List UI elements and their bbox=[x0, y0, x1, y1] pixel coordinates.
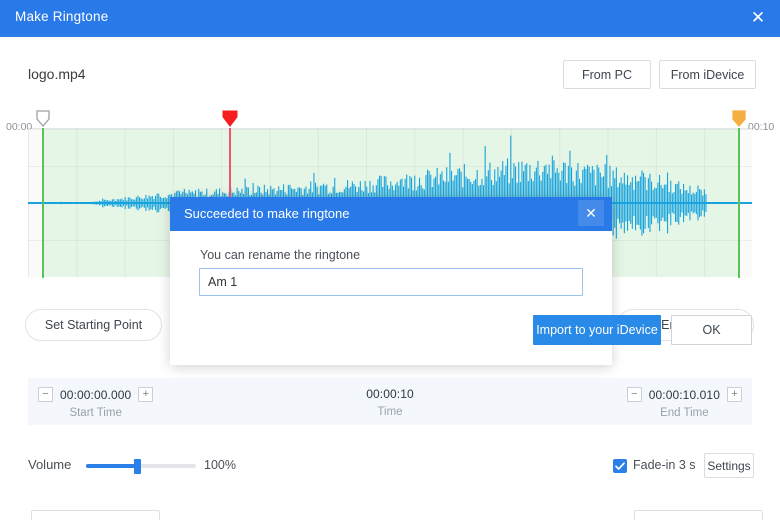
ringtone-name-input[interactable] bbox=[199, 268, 583, 296]
success-dialog: Succeeded to make ringtone ✕ You can ren… bbox=[170, 197, 612, 365]
import-to-idevice-button[interactable]: Import to your iDevice bbox=[533, 315, 661, 345]
dialog-title: Succeeded to make ringtone bbox=[184, 206, 350, 221]
fade-in-checkbox[interactable] bbox=[613, 459, 627, 473]
dialog-titlebar: Succeeded to make ringtone ✕ bbox=[170, 197, 612, 231]
make-ringtone-window: Make Ringtone ✕ logo.mp4 From PC From iD… bbox=[0, 0, 780, 520]
ok-button[interactable]: OK bbox=[671, 315, 752, 345]
end-time-increment-button[interactable]: + bbox=[727, 387, 742, 402]
from-idevice-button[interactable]: From iDevice bbox=[659, 60, 756, 89]
start-marker-line[interactable] bbox=[42, 128, 44, 278]
set-starting-point-button[interactable]: Set Starting Point bbox=[25, 309, 162, 341]
dialog-close-icon[interactable]: ✕ bbox=[578, 200, 604, 226]
time-bar: − 00:00:00.000 + Start Time 00:00:10 Tim… bbox=[28, 378, 752, 425]
loaded-file-name: logo.mp4 bbox=[28, 66, 86, 82]
start-marker-handle-icon[interactable] bbox=[36, 110, 50, 128]
window-titlebar: Make Ringtone ✕ bbox=[0, 0, 780, 34]
end-time-decrement-button[interactable]: − bbox=[627, 387, 642, 402]
volume-slider-knob[interactable] bbox=[134, 459, 141, 474]
end-time-value: 00:00:10.010 bbox=[649, 388, 720, 402]
bottom-right-button[interactable] bbox=[634, 510, 763, 520]
end-marker-handle-icon[interactable] bbox=[732, 110, 746, 128]
close-icon[interactable]: ✕ bbox=[744, 3, 772, 31]
titlebar-underline bbox=[0, 34, 780, 37]
volume-value: 100% bbox=[204, 458, 236, 472]
rename-field-label: You can rename the ringtone bbox=[200, 248, 360, 262]
end-time-label: End Time bbox=[627, 407, 742, 419]
fade-in-label: Fade-in 3 s bbox=[633, 458, 696, 472]
end-marker-line[interactable] bbox=[738, 128, 740, 278]
volume-slider[interactable] bbox=[86, 464, 196, 468]
checkmark-icon bbox=[615, 462, 625, 471]
window-title: Make Ringtone bbox=[15, 9, 108, 24]
from-pc-button[interactable]: From PC bbox=[563, 60, 651, 89]
end-time-group: − 00:00:10.010 + End Time bbox=[627, 387, 742, 419]
settings-button[interactable]: Settings bbox=[704, 453, 754, 478]
volume-label: Volume bbox=[28, 457, 71, 472]
playhead-marker-icon[interactable] bbox=[222, 110, 238, 128]
volume-slider-fill bbox=[86, 464, 138, 468]
bottom-left-button[interactable] bbox=[31, 510, 160, 520]
